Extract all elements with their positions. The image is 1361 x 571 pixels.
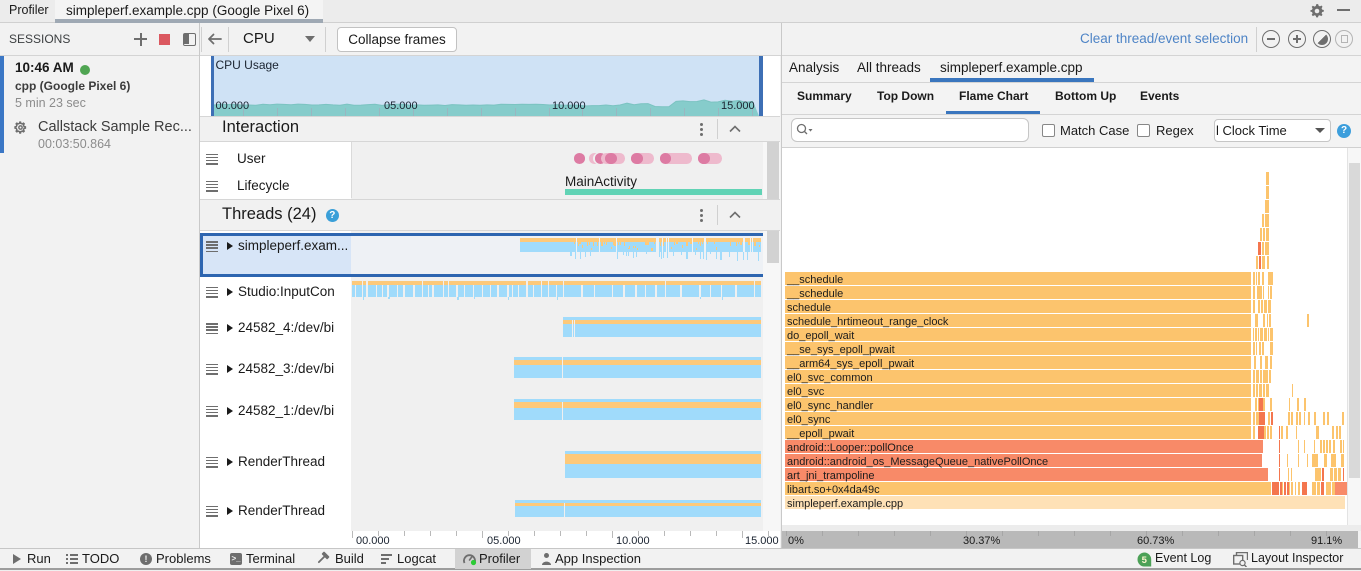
svg-text:5: 5 bbox=[1142, 555, 1148, 566]
